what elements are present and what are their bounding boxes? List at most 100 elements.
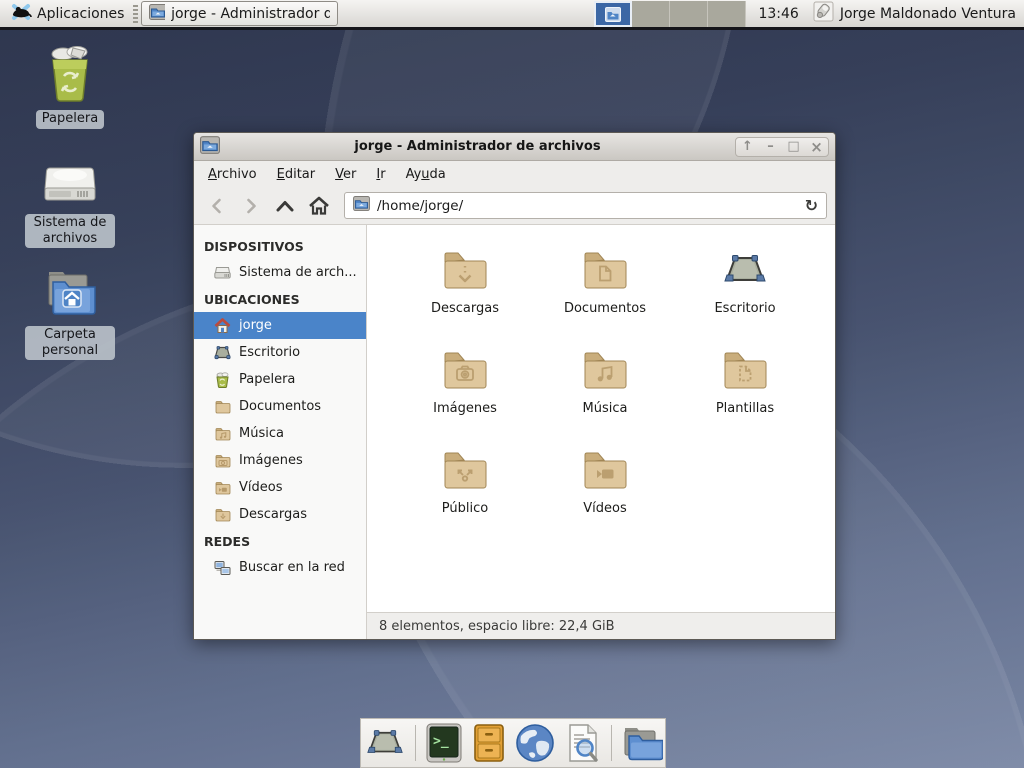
file-item-videos[interactable]: Vídeos [535, 443, 675, 543]
refresh-icon[interactable]: ↻ [805, 196, 818, 215]
sidebar-item-label: Descargas [239, 507, 307, 522]
svg-text:>_: >_ [433, 734, 449, 749]
applications-menu-label: Aplicaciones [37, 6, 124, 22]
drive-icon [214, 266, 231, 280]
show-desktop-icon[interactable] [364, 725, 406, 761]
applications-menu-button[interactable]: Aplicaciones [4, 2, 130, 26]
menu-editar[interactable]: Editar [267, 164, 326, 185]
bottom-dock: >_ [360, 718, 666, 768]
path-text[interactable]: /home/jorge/ [377, 198, 798, 214]
file-item-musica[interactable]: Música [535, 343, 675, 443]
minimize-button[interactable]: – [759, 138, 782, 156]
workspace-4[interactable] [708, 1, 746, 27]
folder-documents-icon [581, 249, 629, 295]
close-button[interactable]: × [805, 138, 828, 156]
dock-separator [611, 725, 612, 761]
user-session-button[interactable]: Jorge Maldonado Ventura [809, 1, 1020, 27]
panel-clock[interactable]: 13:46 [758, 6, 798, 22]
sidebar-item-descargas[interactable]: Descargas [194, 501, 366, 528]
sidebar-item-papelera[interactable]: Papelera [194, 366, 366, 393]
titlebar[interactable]: jorge - Administrador de archivos ↑ – □ … [194, 133, 835, 161]
file-item-imagenes[interactable]: Imágenes [395, 343, 535, 443]
desktop-icon-filesystem[interactable]: Sistema de archivos [22, 162, 118, 248]
search-document-icon[interactable] [564, 723, 602, 763]
hard-drive-icon [44, 162, 96, 210]
web-browser-icon[interactable] [515, 723, 555, 763]
workspace-3[interactable] [670, 1, 708, 27]
menu-archivo[interactable]: Archivo [198, 164, 267, 185]
statusbar-text: 8 elementos, espacio libre: 22,4 GiB [379, 619, 615, 634]
trash-icon [214, 372, 231, 388]
sidebar-item-label: Vídeos [239, 480, 282, 495]
statusbar: 8 elementos, espacio libre: 22,4 GiB [367, 612, 835, 639]
sidebar-item-escritorio[interactable]: Escritorio [194, 339, 366, 366]
shade-button[interactable]: ↑ [736, 138, 759, 156]
file-item-plantillas[interactable]: Plantillas [675, 343, 815, 443]
file-label: Público [442, 501, 488, 516]
menu-ir[interactable]: Ir [366, 164, 395, 185]
folder-icon [214, 454, 231, 468]
window-title: jorge - Administrador de archivos [220, 139, 735, 154]
up-button[interactable] [270, 192, 300, 220]
terminal-icon[interactable]: >_ [425, 723, 463, 763]
sidebar-item-buscar-red[interactable]: Buscar en la red [194, 554, 366, 581]
file-label: Descargas [431, 301, 499, 316]
file-manager-icon[interactable] [621, 724, 663, 762]
folder-music-icon [581, 349, 629, 395]
folder-public-icon [441, 449, 489, 495]
file-manager-window: jorge - Administrador de archivos ↑ – □ … [193, 132, 836, 640]
sidebar-item-label: Documentos [239, 399, 321, 414]
sidebar-item-label: Música [239, 426, 284, 441]
xfce-mouse-icon [10, 2, 32, 26]
menu-ayuda[interactable]: Ayuda [396, 164, 456, 185]
folder-download-icon [441, 249, 489, 295]
desktop-icon-trash[interactable]: Papelera [22, 44, 118, 129]
desktop-icon [721, 249, 769, 295]
sidebar-header-network: REDES [194, 528, 366, 554]
folder-icon [214, 508, 231, 522]
workspace-2[interactable] [632, 1, 670, 27]
workspace-window-mini-icon [605, 7, 621, 26]
home-folder-icon [43, 268, 97, 322]
file-item-descargas[interactable]: Descargas [395, 243, 535, 343]
sidebar-item-label: Escritorio [239, 345, 300, 360]
file-label: Plantillas [716, 401, 774, 416]
file-cabinet-icon[interactable] [472, 723, 506, 763]
back-button[interactable] [202, 192, 232, 220]
window-controls: ↑ – □ × [735, 137, 829, 157]
taskbar-window-button[interactable]: jorge - Administrador de... [141, 1, 338, 26]
folder-icon [214, 427, 231, 441]
workspace-1[interactable] [594, 1, 632, 27]
maximize-button[interactable]: □ [782, 138, 805, 156]
folder-icon [214, 481, 231, 495]
home-button[interactable] [304, 192, 334, 220]
forward-button[interactable] [236, 192, 266, 220]
desktop-icon-home[interactable]: Carpeta personal [22, 268, 118, 360]
dock-separator [415, 725, 416, 761]
path-bar[interactable]: /home/jorge/ ↻ [344, 192, 827, 219]
sidebar-header-devices: DISPOSITIVOS [194, 233, 366, 259]
desktop-icon [214, 345, 231, 360]
sidebar-item-imagenes[interactable]: Imágenes [194, 447, 366, 474]
sidebar-item-filesystem[interactable]: Sistema de arch... [194, 259, 366, 286]
sidebar-item-videos[interactable]: Vídeos [194, 474, 366, 501]
file-item-documentos[interactable]: Documentos [535, 243, 675, 343]
menu-ver[interactable]: Ver [325, 164, 366, 185]
file-item-publico[interactable]: Público [395, 443, 535, 543]
home-icon [214, 318, 231, 334]
desktop-icon-label: Carpeta personal [25, 326, 115, 360]
taskbar-window-label: jorge - Administrador de... [171, 6, 330, 22]
sidebar-item-jorge[interactable]: jorge [194, 312, 366, 339]
window-app-icon [200, 136, 220, 158]
file-label: Documentos [564, 301, 646, 316]
sidebar-item-documentos[interactable]: Documentos [194, 393, 366, 420]
sidebar-item-musica[interactable]: Música [194, 420, 366, 447]
sidebar-header-places: UBICACIONES [194, 286, 366, 312]
top-panel: Aplicaciones jorge - Administrador de... [0, 0, 1024, 30]
file-view[interactable]: Descargas [367, 225, 835, 612]
file-manager-window-icon [149, 4, 165, 24]
folder-templates-icon [721, 349, 769, 395]
sidebar-item-label: Buscar en la red [239, 560, 345, 575]
file-item-escritorio[interactable]: Escritorio [675, 243, 815, 343]
file-label: Imágenes [433, 401, 497, 416]
